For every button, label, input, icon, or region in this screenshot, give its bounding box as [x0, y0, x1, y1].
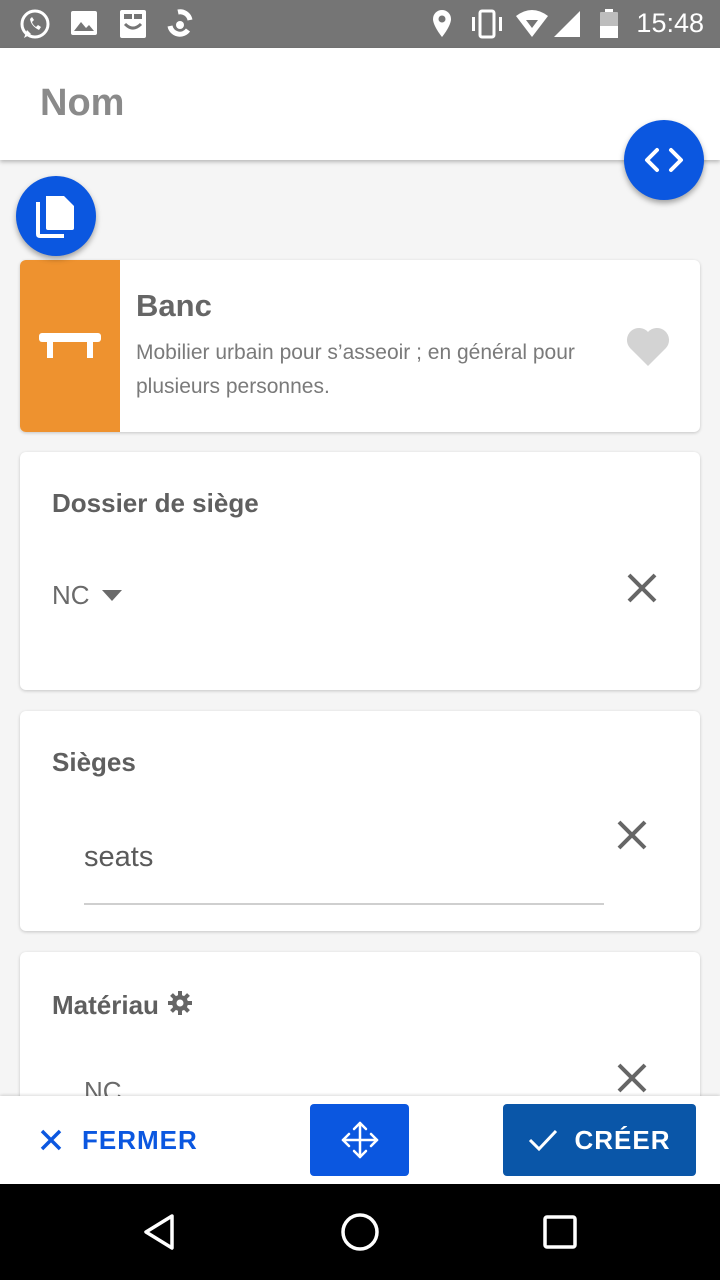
close-icon: [627, 573, 657, 603]
close-icon: [617, 1063, 647, 1093]
recents-button[interactable]: [536, 1208, 584, 1256]
move-button[interactable]: [310, 1104, 409, 1176]
back-button[interactable]: [136, 1208, 184, 1256]
clock: 15:48: [636, 8, 704, 38]
preset-thumbnail: [20, 260, 120, 432]
gear-icon[interactable]: [167, 990, 193, 1016]
status-bar: 15:48: [0, 0, 720, 48]
vibrate-icon: [472, 9, 502, 39]
bottom-action-bar: FERMER CRÉER: [0, 1096, 720, 1184]
preset-card[interactable]: Banc Mobilier urbain pour s’asseoir ; en…: [20, 260, 700, 432]
heart-icon[interactable]: [624, 324, 672, 368]
close-icon: [617, 820, 647, 850]
field-label: Matériau: [52, 990, 159, 1020]
check-icon: [529, 1129, 558, 1152]
name-field[interactable]: Nom: [40, 82, 124, 125]
recents-icon: [543, 1215, 577, 1249]
close-icon: [40, 1129, 62, 1151]
battery-icon: [600, 9, 618, 38]
home-icon: [341, 1213, 379, 1251]
signal-icon: [554, 11, 580, 37]
select-value: NC: [52, 580, 90, 610]
field-label-row: Matériau: [52, 990, 193, 1021]
field-card-seats: Sièges: [20, 711, 700, 931]
close-button[interactable]: FERMER: [40, 1114, 198, 1166]
backrest-select[interactable]: NC: [52, 580, 122, 611]
create-button-label: CRÉER: [574, 1124, 671, 1155]
whatsapp-icon: [20, 9, 50, 39]
name-header[interactable]: Nom: [0, 48, 720, 160]
move-icon: [341, 1121, 378, 1159]
field-label: Dossier de siège: [52, 488, 259, 518]
code-toggle-button[interactable]: [624, 120, 704, 200]
location-icon: [433, 10, 451, 37]
image-icon: [71, 11, 97, 35]
preset-title: Banc: [136, 288, 212, 323]
preset-description: Mobilier urbain pour s’asseoir ; en géné…: [136, 341, 575, 398]
back-icon: [144, 1214, 174, 1250]
sync-icon: [167, 9, 193, 37]
code-icon: [645, 148, 683, 172]
bench-icon: [39, 333, 101, 358]
navigation-bar: [0, 1184, 720, 1280]
copy-button[interactable]: [16, 176, 96, 256]
dropdown-arrow-icon: [101, 589, 122, 601]
wifi-icon: [516, 10, 548, 37]
field-label: Sièges: [52, 747, 136, 777]
create-button[interactable]: CRÉER: [503, 1104, 696, 1176]
close-button-label: FERMER: [82, 1124, 198, 1155]
copy-icon: [36, 196, 74, 238]
seats-input[interactable]: [84, 841, 604, 874]
field-card-backrest: Dossier de siège NC: [20, 452, 700, 690]
store-icon: [120, 10, 146, 38]
clear-material-button[interactable]: [612, 1058, 652, 1098]
seats-input-container: [84, 835, 604, 905]
clear-seats-button[interactable]: [612, 815, 652, 855]
clear-backrest-button[interactable]: [622, 568, 662, 608]
home-button[interactable]: [336, 1208, 384, 1256]
